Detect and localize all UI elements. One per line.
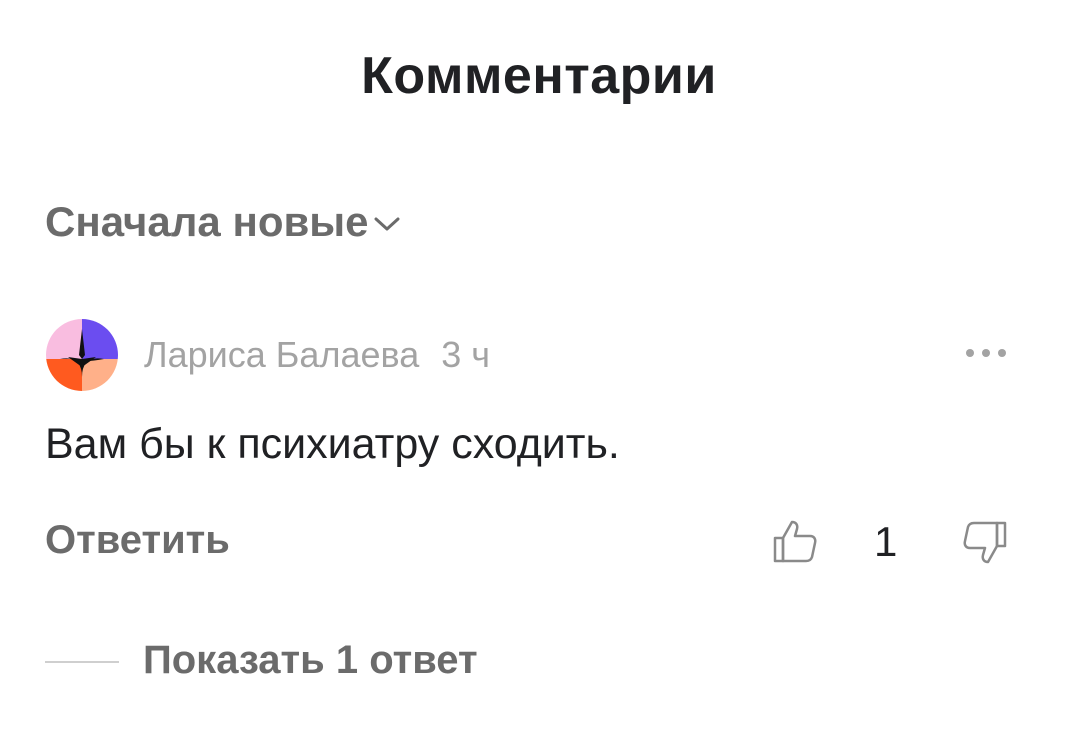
sort-dropdown[interactable]: Сначала новые xyxy=(45,198,401,246)
sort-label: Сначала новые xyxy=(45,198,369,245)
thumbs-up-icon[interactable] xyxy=(772,518,818,564)
comment-text: Вам бы к психиатру сходить. xyxy=(45,420,620,468)
avatar[interactable] xyxy=(46,319,118,391)
comments-page: Комментарии Сначала новые Лариса Балаева… xyxy=(0,0,1070,741)
thumbs-down-icon[interactable] xyxy=(962,520,1008,566)
reply-button[interactable]: Ответить xyxy=(45,518,230,563)
comment-header: Лариса Балаева 3 ч xyxy=(46,318,490,392)
show-replies-button[interactable]: Показать 1 ответ xyxy=(143,638,478,683)
like-count: 1 xyxy=(874,518,898,565)
replies-divider xyxy=(45,661,119,663)
chevron-down-icon xyxy=(374,217,400,231)
page-title: Комментарии xyxy=(361,47,717,105)
comment-time: 3 ч xyxy=(441,334,491,375)
avatar-image xyxy=(46,319,118,391)
comment-author[interactable]: Лариса Балаева xyxy=(144,334,419,376)
more-dots-icon[interactable] xyxy=(964,345,1008,361)
